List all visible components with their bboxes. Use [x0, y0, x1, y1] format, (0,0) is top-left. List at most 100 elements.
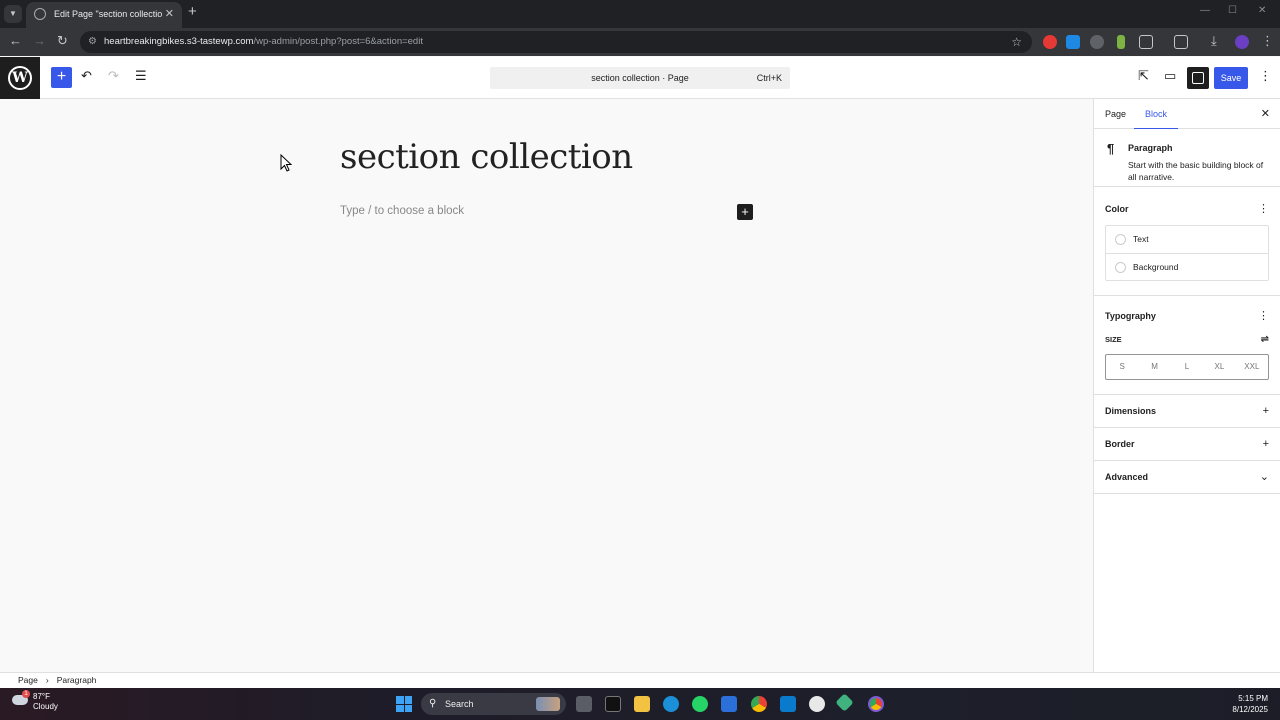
store-icon[interactable]	[721, 696, 737, 712]
forward-arrow-icon[interactable]: →	[33, 33, 46, 48]
size-option-m[interactable]: M	[1138, 355, 1170, 379]
sidebar-tabs: Page Block ✕	[1094, 99, 1280, 129]
terminal-icon[interactable]	[605, 696, 621, 712]
file-explorer-icon[interactable]	[634, 696, 650, 712]
browser-toolbar: ← → ↻ ⚙ heartbreakingbikes.s3-tastewp.co…	[0, 28, 1280, 56]
whatsapp-icon[interactable]	[692, 696, 708, 712]
block-description: Start with the basic building block of a…	[1128, 160, 1264, 182]
border-panel-heading[interactable]: Border +	[1094, 428, 1280, 460]
paragraph-block-placeholder[interactable]: Type / to choose a block	[340, 205, 464, 217]
breadcrumb-paragraph[interactable]: Paragraph	[57, 675, 97, 685]
window-close-icon[interactable]: ✕	[1258, 5, 1266, 16]
advanced-heading-label: Advanced	[1105, 472, 1149, 482]
dimensions-add-icon[interactable]: +	[1263, 395, 1269, 427]
chevron-down-icon[interactable]: ⌄	[1260, 461, 1269, 493]
taskbar-search-label: Search	[445, 699, 474, 709]
extension-tool-icon[interactable]	[1174, 35, 1188, 49]
browser-menu-icon[interactable]: ⋮	[1261, 33, 1274, 49]
size-option-l[interactable]: L	[1171, 355, 1203, 379]
block-inserter-button[interactable]: +	[51, 67, 72, 88]
advanced-panel-heading[interactable]: Advanced ⌄	[1094, 461, 1280, 493]
breadcrumb-page[interactable]: Page	[18, 675, 38, 685]
preview-device-icon[interactable]: ▭	[1164, 68, 1176, 84]
breadcrumb-chevron-icon: ›	[45, 675, 49, 685]
profile-avatar[interactable]	[1235, 35, 1249, 49]
back-arrow-icon[interactable]: ←	[9, 33, 22, 48]
border-add-icon[interactable]: +	[1263, 428, 1269, 460]
maximize-icon[interactable]: ☐	[1228, 5, 1237, 16]
vscode-icon[interactable]	[780, 696, 796, 712]
wordpress-favicon-icon	[34, 8, 46, 20]
color-heading-label: Color	[1105, 204, 1129, 214]
add-block-button[interactable]: +	[737, 204, 753, 220]
tab-close-button[interactable]: ✕	[165, 2, 174, 26]
document-overview-icon[interactable]: ☰	[135, 68, 147, 84]
windows-start-icon[interactable]	[396, 696, 412, 712]
size-label: SIZE	[1105, 335, 1122, 344]
typography-options-icon[interactable]: ⋮	[1258, 300, 1269, 332]
extension-blue-icon[interactable]	[1066, 35, 1080, 49]
weather-widget[interactable]: 1 87°F Cloudy	[12, 690, 58, 712]
browser-tab[interactable]: Edit Page "section collection" ‹ ✕	[26, 2, 182, 28]
command-palette-button[interactable]: section collection · Page Ctrl+K	[490, 67, 790, 89]
search-icon: ⚲	[429, 698, 437, 709]
minimize-icon[interactable]: —	[1200, 5, 1210, 16]
undo-icon[interactable]: ↶	[81, 68, 92, 84]
close-sidebar-icon[interactable]: ✕	[1261, 99, 1270, 129]
app-icon[interactable]	[809, 696, 825, 712]
wordpress-logo-button[interactable]: W	[0, 57, 40, 99]
typography-heading-label: Typography	[1105, 311, 1156, 321]
edge-icon[interactable]	[663, 696, 679, 712]
search-highlight-image	[536, 697, 560, 711]
chrome-profile-icon[interactable]	[868, 696, 884, 712]
extension-red-icon[interactable]	[1043, 35, 1057, 49]
tab-search-button[interactable]: ▼	[4, 5, 22, 23]
text-color-swatch	[1115, 234, 1126, 245]
editor-canvas[interactable]: section collection Type / to choose a bl…	[0, 99, 1093, 672]
wordpress-icon: W	[8, 66, 32, 90]
downloads-icon[interactable]: ⤓	[1211, 33, 1217, 49]
site-info-icon[interactable]: ⚙	[88, 31, 97, 53]
green-app-icon[interactable]	[835, 693, 854, 712]
dimensions-heading-label: Dimensions	[1105, 406, 1157, 416]
temperature: 87°F	[33, 692, 50, 701]
size-option-s[interactable]: S	[1106, 355, 1138, 379]
dimensions-panel-heading[interactable]: Dimensions +	[1094, 395, 1280, 427]
address-bar[interactable]: ⚙ heartbreakingbikes.s3-tastewp.com/wp-a…	[80, 31, 1032, 53]
tab-block[interactable]: Block	[1134, 99, 1179, 129]
color-options-icon[interactable]: ⋮	[1258, 193, 1269, 225]
custom-size-toggle-icon[interactable]: ⇌	[1261, 332, 1269, 348]
size-option-xl[interactable]: XL	[1203, 355, 1235, 379]
weather-condition: Cloudy	[33, 702, 58, 711]
border-heading-label: Border	[1105, 439, 1135, 449]
bookmark-star-icon[interactable]: ☆	[1011, 31, 1022, 53]
taskbar-search[interactable]: ⚲ Search	[421, 693, 566, 715]
settings-sidebar: Page Block ✕ ¶ Paragraph Start with the …	[1093, 99, 1280, 672]
system-clock[interactable]: 5:15 PM 8/12/2025	[1232, 693, 1268, 715]
typography-panel-heading: Typography ⋮	[1094, 300, 1280, 332]
options-menu-icon[interactable]: ⋮	[1259, 68, 1272, 84]
view-page-icon[interactable]: ⇱	[1138, 68, 1149, 84]
text-color-label: Text	[1133, 234, 1149, 244]
paragraph-icon: ¶	[1107, 141, 1115, 156]
block-name: Paragraph	[1128, 143, 1173, 153]
text-color-option[interactable]: Text	[1106, 226, 1268, 253]
extension-leaf-icon[interactable]	[1117, 35, 1125, 49]
color-panel-heading: Color ⋮	[1094, 193, 1280, 225]
chrome-icon[interactable]	[751, 696, 767, 712]
extension-gray-icon[interactable]	[1090, 35, 1104, 49]
block-card: ¶ Paragraph Start with the basic buildin…	[1094, 129, 1280, 187]
settings-sidebar-toggle[interactable]	[1187, 67, 1209, 89]
background-color-option[interactable]: Background	[1106, 253, 1268, 280]
save-button[interactable]: Save	[1214, 67, 1248, 89]
size-option-xxl[interactable]: XXL	[1236, 355, 1268, 379]
redo-icon[interactable]: ↷	[108, 68, 119, 84]
extensions-puzzle-icon[interactable]	[1139, 35, 1153, 49]
post-title[interactable]: section collection	[340, 137, 633, 177]
task-view-icon[interactable]	[576, 696, 592, 712]
reload-icon[interactable]: ↻	[57, 33, 68, 49]
notification-badge: 1	[22, 690, 30, 698]
new-tab-button[interactable]: +	[188, 3, 197, 20]
background-color-swatch	[1115, 262, 1126, 273]
tab-page[interactable]: Page	[1105, 99, 1126, 129]
